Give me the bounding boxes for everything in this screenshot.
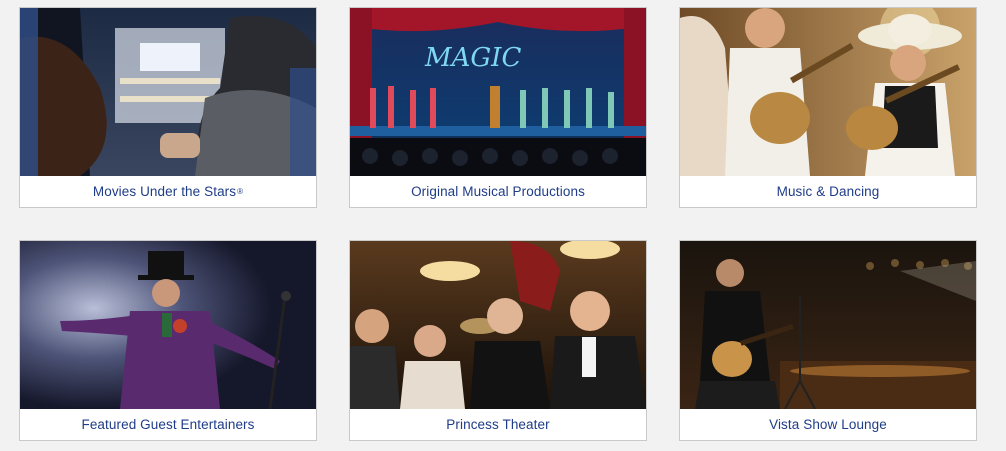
card-title: Featured Guest Entertainers bbox=[81, 417, 255, 432]
card-caption-princess-theater[interactable]: Princess Theater bbox=[350, 409, 646, 440]
stage-sign-text: MAGIC bbox=[424, 43, 521, 73]
guitarist-lounge-photo bbox=[680, 241, 976, 409]
card-title: Original Musical Productions bbox=[411, 184, 585, 199]
card-title: Music & Dancing bbox=[776, 184, 880, 199]
entertainment-card-movies[interactable]: Movies Under the Stars ® bbox=[19, 7, 317, 208]
vista-show-lounge-image[interactable] bbox=[680, 241, 976, 409]
entertainment-card-musicals[interactable]: MAGIC Original Musical Productions bbox=[349, 7, 647, 208]
card-title: Princess Theater bbox=[446, 417, 550, 432]
original-musical-productions-image[interactable]: MAGIC bbox=[350, 8, 646, 176]
featured-guest-entertainers-image[interactable] bbox=[20, 241, 316, 409]
princess-theater-image[interactable] bbox=[350, 241, 646, 409]
card-title: Movies Under the Stars bbox=[92, 184, 237, 199]
music-and-dancing-image[interactable] bbox=[680, 8, 976, 176]
entertainment-card-vista-lounge[interactable]: Vista Show Lounge bbox=[679, 240, 977, 441]
theater-audience-photo bbox=[350, 241, 646, 409]
registered-mark: ® bbox=[237, 187, 244, 196]
entertainment-card-princess-theater[interactable]: Princess Theater bbox=[349, 240, 647, 441]
entertainment-card-music-dancing[interactable]: Music & Dancing bbox=[679, 7, 977, 208]
card-caption-vista-lounge[interactable]: Vista Show Lounge bbox=[680, 409, 976, 440]
card-caption-movies[interactable]: Movies Under the Stars ® bbox=[20, 176, 316, 207]
outdoor-movie-deck-photo bbox=[20, 8, 316, 176]
card-caption-guest-entertainers[interactable]: Featured Guest Entertainers bbox=[20, 409, 316, 440]
card-title: Vista Show Lounge bbox=[769, 417, 887, 432]
movies-under-the-stars-image[interactable] bbox=[20, 8, 316, 176]
card-caption-musicals[interactable]: Original Musical Productions bbox=[350, 176, 646, 207]
stage-magic-musical-photo: MAGIC bbox=[350, 8, 646, 176]
entertainment-card-guest-entertainers[interactable]: Featured Guest Entertainers bbox=[19, 240, 317, 441]
mariachi-guitarists-photo bbox=[680, 8, 976, 176]
card-caption-music-dancing[interactable]: Music & Dancing bbox=[680, 176, 976, 207]
top-hat-performer-photo bbox=[20, 241, 316, 409]
